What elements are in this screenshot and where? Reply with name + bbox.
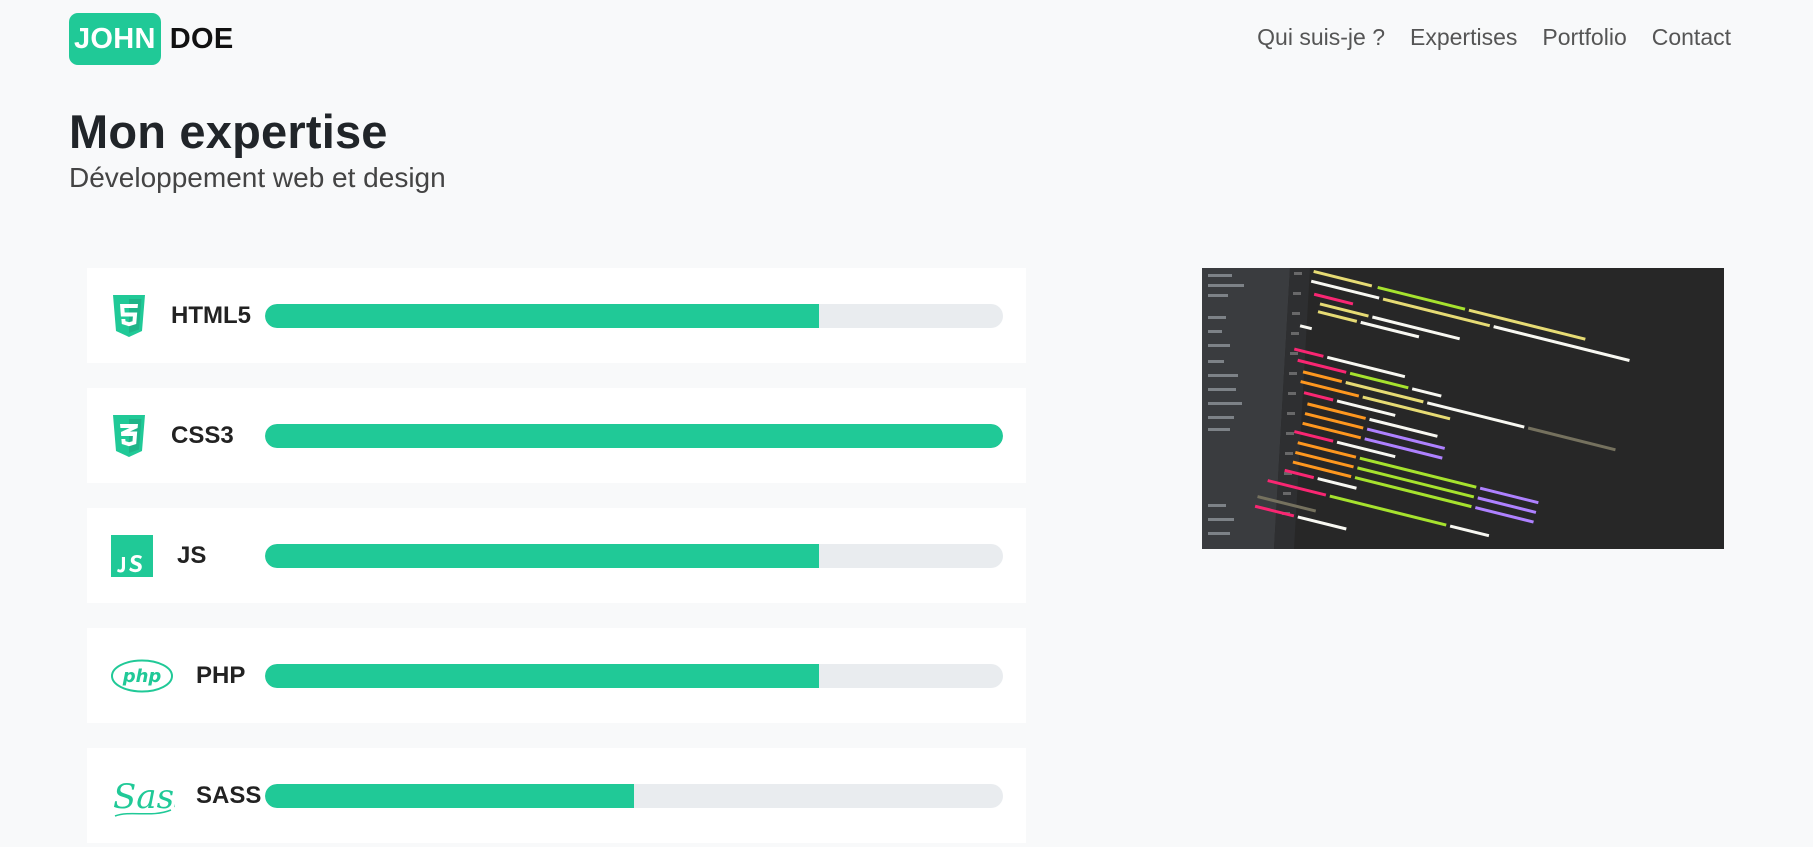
page: JOHN DOE Qui suis-je ? Expertises Portfo… [0, 0, 1813, 847]
code-screenshot-image [1202, 268, 1724, 549]
js-icon [111, 531, 171, 581]
skill-name: HTML5 [171, 301, 251, 329]
nav-link-portfolio[interactable]: Portfolio [1542, 24, 1626, 51]
nav-link-qui-suis-je[interactable]: Qui suis-je ? [1257, 24, 1385, 51]
brand-rest: DOE [169, 22, 234, 55]
navbar: JOHN DOE Qui suis-je ? Expertises Portfo… [0, 0, 1813, 80]
nav-link-expertises[interactable]: Expertises [1410, 24, 1517, 51]
css3-icon [111, 411, 171, 461]
skill-progress-fill [265, 784, 634, 808]
html5-icon [111, 291, 171, 341]
nav-link-contact[interactable]: Contact [1652, 24, 1731, 51]
skill-name: CSS3 [171, 421, 234, 449]
nav-links: Qui suis-je ? Expertises Portfolio Conta… [1257, 24, 1731, 51]
skill-name: SASS [196, 781, 262, 809]
brand-logo[interactable]: JOHN DOE [69, 13, 234, 65]
skill-card-html5: HTML5 [87, 268, 1026, 363]
skill-progress-bar [265, 544, 1003, 568]
skill-progress-fill [265, 304, 819, 328]
skill-progress-bar [265, 664, 1003, 688]
skill-progress-bar [265, 304, 1003, 328]
brand-highlight: JOHN [69, 13, 161, 65]
skill-progress-bar [265, 424, 1003, 448]
skill-card-js: JS [87, 508, 1026, 603]
skill-card-sass: Sass SASS [87, 748, 1026, 843]
svg-text:php: php [122, 666, 162, 687]
skill-progress-bar [265, 784, 1003, 808]
skill-name: JS [177, 541, 207, 569]
skill-name: PHP [196, 661, 246, 689]
php-icon: php [111, 651, 196, 701]
skill-card-php: php PHP [87, 628, 1026, 723]
skill-card-css3: CSS3 [87, 388, 1026, 483]
skills-list: HTML5 CSS3 JS php PHP Sas SASS [87, 268, 1026, 847]
sass-icon: Sass [111, 771, 196, 821]
page-title: Mon expertise [69, 105, 388, 158]
skill-progress-fill [265, 424, 1003, 448]
skill-progress-fill [265, 544, 819, 568]
page-subtitle: Développement web et design [69, 162, 446, 193]
skill-progress-fill [265, 664, 819, 688]
